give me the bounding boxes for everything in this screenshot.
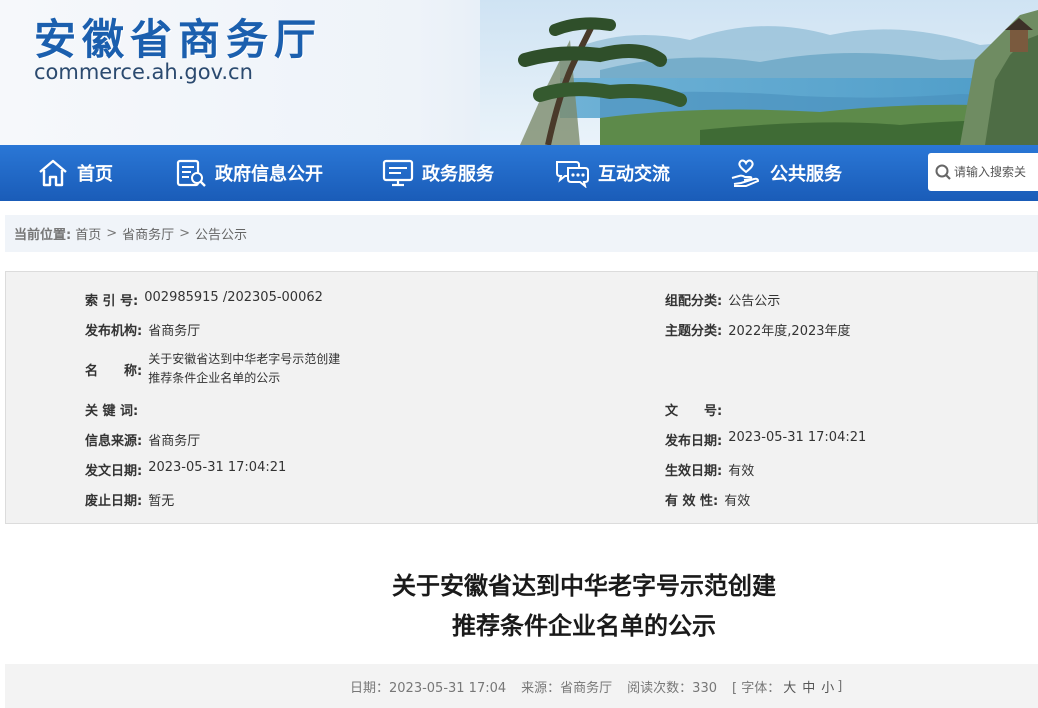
meta-value: 公告公示 <box>728 294 781 309</box>
article-views: 阅读次数：330 <box>627 680 717 696</box>
meta-name: 名 称: 关于安徽省达到中华老字号示范创建 推荐条件企业名单的公示 <box>85 350 340 388</box>
search-input[interactable] <box>954 165 1038 179</box>
breadcrumb-separator: > <box>179 226 191 241</box>
breadcrumb-announcements[interactable]: 公告公示 <box>195 224 247 243</box>
meta-index-no: 索 引 号: 002985915 /202305-00062 <box>85 290 323 309</box>
article-title-line1: 关于安徽省达到中华老字号示范创建 <box>392 572 776 600</box>
nav-item-label: 首页 <box>77 164 113 185</box>
meta-value: 省商务厅 <box>148 324 201 339</box>
search-box <box>928 153 1038 191</box>
meta-key: 文 号: <box>665 404 723 419</box>
monitor-icon <box>382 159 414 187</box>
article-date: 日期：2023-05-31 17:04 <box>350 680 507 696</box>
article-title: 关于安徽省达到中华老字号示范创建 推荐条件企业名单的公示 <box>0 566 1038 646</box>
document-icon <box>176 159 206 187</box>
meta-value: 暂无 <box>148 494 175 509</box>
meta-source: 信息来源: 省商务厅 <box>85 430 200 449</box>
meta-doc-no: 文 号: <box>665 400 728 419</box>
chat-icon <box>556 161 589 188</box>
font-size-label: [ 字体： <box>732 680 781 696</box>
breadcrumb-department[interactable]: 省商务厅 <box>122 224 174 243</box>
meta-value: 有效 <box>728 464 755 479</box>
meta-value: 2023-05-31 17:04:21 <box>148 460 287 475</box>
meta-issue-date: 发文日期: 2023-05-31 17:04:21 <box>85 460 286 479</box>
meta-value: 2023-05-31 17:04:21 <box>728 430 867 445</box>
meta-key: 有 效 性: <box>665 494 719 509</box>
meta-name-line1: 关于安徽省达到中华老字号示范创建 <box>148 352 341 366</box>
font-size-close: ] <box>837 678 843 694</box>
meta-value: 有效 <box>724 494 751 509</box>
article-source: 来源：省商务厅 <box>521 680 613 696</box>
meta-key: 发文日期: <box>85 464 143 479</box>
font-size-large-button[interactable]: 大 <box>783 677 796 696</box>
meta-category: 组配分类: 公告公示 <box>665 290 780 309</box>
article-info-bar: 日期：2023-05-31 17:04 来源：省商务厅 阅读次数：330 [ 字… <box>5 664 1038 708</box>
breadcrumb-separator: > <box>106 226 118 241</box>
meta-effective-date: 生效日期: 有效 <box>665 460 754 479</box>
meta-publisher: 发布机构: 省商务厅 <box>85 320 200 339</box>
nav-item-home[interactable]: 首页 <box>37 145 113 201</box>
meta-key: 索 引 号: <box>85 294 139 309</box>
site-banner: 安徽省商务厅 commerce.ah.gov.cn <box>0 0 1038 145</box>
nav-item-interaction[interactable]: 互动交流 <box>554 145 670 201</box>
meta-value: 002985915 /202305-00062 <box>144 290 323 305</box>
meta-key: 生效日期: <box>665 464 723 479</box>
meta-topic: 主题分类: 2022年度,2023年度 <box>665 320 851 339</box>
meta-value: 关于安徽省达到中华老字号示范创建 推荐条件企业名单的公示 <box>148 350 340 388</box>
breadcrumb-home[interactable]: 首页 <box>75 224 101 243</box>
hand-heart-icon <box>731 159 760 187</box>
nav-item-label: 互动交流 <box>598 164 670 185</box>
meta-value: 省商务厅 <box>148 434 201 449</box>
site-title[interactable]: 安徽省商务厅 <box>34 6 322 67</box>
article-title-line2: 推荐条件企业名单的公示 <box>452 612 716 640</box>
meta-key: 名 称: <box>85 363 143 379</box>
meta-value: 2022年度,2023年度 <box>728 324 851 339</box>
meta-publish-date: 发布日期: 2023-05-31 17:04:21 <box>665 430 866 449</box>
meta-name-line2: 推荐条件企业名单的公示 <box>148 371 281 385</box>
home-icon <box>39 159 67 187</box>
nav-item-label: 政务服务 <box>422 164 494 185</box>
font-size-small-button[interactable]: 小 <box>821 677 834 696</box>
meta-key: 发布日期: <box>665 434 723 449</box>
meta-key: 废止日期: <box>85 494 143 509</box>
breadcrumb-label: 当前位置: <box>14 228 72 243</box>
meta-abolish-date: 废止日期: 暂无 <box>85 490 174 509</box>
nav-item-label: 政府信息公开 <box>215 164 323 185</box>
meta-key: 主题分类: <box>665 324 723 339</box>
meta-keywords: 关 键 词: <box>85 400 144 419</box>
document-metadata: 索 引 号: 002985915 /202305-00062 组配分类: 公告公… <box>5 271 1038 524</box>
font-size-medium-button[interactable]: 中 <box>802 677 815 696</box>
meta-validity: 有 效 性: 有效 <box>665 490 750 509</box>
nav-item-label: 公共服务 <box>770 164 842 185</box>
breadcrumb: 当前位置: 首页 > 省商务厅 > 公告公示 <box>5 215 1038 252</box>
meta-key: 信息来源: <box>85 434 143 449</box>
search-icon[interactable] <box>928 162 954 182</box>
nav-item-gov-services[interactable]: 政务服务 <box>382 145 494 201</box>
meta-key: 关 键 词: <box>85 404 139 419</box>
nav-item-public-services[interactable]: 公共服务 <box>730 145 842 201</box>
main-nav: 首页 政府信息公开 政务服务 互动交流 公共服务 请输入搜索关 <box>0 145 1038 201</box>
nav-item-gov-info[interactable]: 政府信息公开 <box>175 145 323 201</box>
meta-key: 组配分类: <box>665 294 723 309</box>
meta-key: 发布机构: <box>85 324 143 339</box>
site-domain: commerce.ah.gov.cn <box>34 60 253 84</box>
